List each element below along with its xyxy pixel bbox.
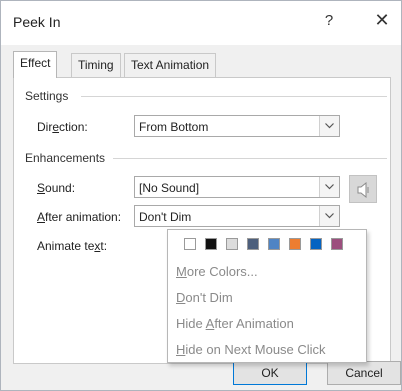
- color-swatch[interactable]: [331, 238, 343, 250]
- chevron-down-icon[interactable]: [319, 116, 339, 136]
- menu-item-more-colors[interactable]: More Colors...: [176, 264, 258, 279]
- enhancements-divider: [113, 158, 387, 159]
- menu-item-hide-after-animation[interactable]: Hide After Animation: [176, 316, 294, 331]
- sound-volume-button[interactable]: [349, 175, 377, 203]
- color-swatch[interactable]: [247, 238, 259, 250]
- sound-label: Sound:: [37, 181, 76, 195]
- help-button[interactable]: ?: [319, 12, 339, 29]
- direction-label: Direction:: [37, 120, 88, 134]
- effect-options-dialog: Peek In ? ✕ Effect Timing Text Animation…: [0, 0, 402, 391]
- chevron-down-icon[interactable]: [319, 206, 339, 226]
- color-swatch[interactable]: [289, 238, 301, 250]
- enhancements-group-label: Enhancements: [25, 151, 110, 165]
- animate-text-label: Animate text:: [37, 239, 108, 253]
- menu-item-hide-on-next-click[interactable]: Hide on Next Mouse Click: [176, 342, 326, 357]
- color-swatch[interactable]: [268, 238, 280, 250]
- sound-value: [No Sound]: [139, 181, 200, 195]
- tab-text-animation[interactable]: Text Animation: [124, 53, 217, 77]
- tab-strip: Effect Timing Text Animation: [11, 51, 391, 78]
- title-bar: Peek In ? ✕: [1, 1, 401, 45]
- after-animation-label: After animation:: [37, 210, 122, 224]
- ok-button[interactable]: OK: [233, 361, 307, 385]
- settings-divider: [81, 96, 387, 97]
- tab-effect[interactable]: Effect: [13, 51, 58, 78]
- dialog-title: Peek In: [13, 14, 61, 30]
- settings-group-label: Settings: [25, 89, 73, 103]
- menu-item-dont-dim[interactable]: Don't Dim: [176, 290, 233, 305]
- after-animation-color-popup: More Colors... Don't Dim Hide After Anim…: [167, 229, 367, 363]
- sound-dropdown[interactable]: [No Sound]: [134, 176, 340, 198]
- cancel-button[interactable]: Cancel: [327, 361, 401, 385]
- direction-value: From Bottom: [139, 120, 209, 134]
- color-swatch[interactable]: [184, 238, 196, 250]
- color-swatch[interactable]: [226, 238, 238, 250]
- direction-dropdown[interactable]: From Bottom: [134, 115, 340, 137]
- speaker-icon: [357, 182, 369, 198]
- chevron-down-icon[interactable]: [319, 177, 339, 197]
- after-animation-dropdown[interactable]: Don't Dim: [134, 205, 340, 227]
- color-swatch[interactable]: [205, 238, 217, 250]
- color-swatch[interactable]: [310, 238, 322, 250]
- close-button[interactable]: ✕: [371, 10, 393, 31]
- tab-timing[interactable]: Timing: [71, 53, 121, 77]
- after-animation-value: Don't Dim: [139, 210, 192, 224]
